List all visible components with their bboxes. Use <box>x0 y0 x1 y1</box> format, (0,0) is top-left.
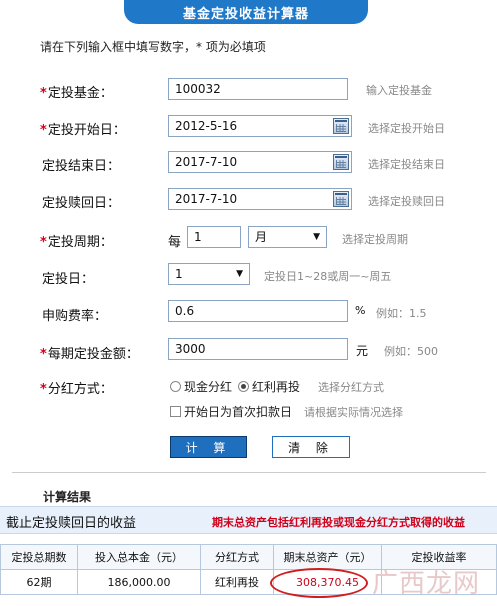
amount-label: *每期定投金额： <box>40 347 139 362</box>
calendar-icon[interactable] <box>333 118 349 134</box>
chevron-down-icon: ▼ <box>313 232 320 242</box>
period-unit-select[interactable]: 月 ▼ <box>248 226 327 248</box>
period-unit-value: 月 <box>255 230 268 244</box>
start-date-hint: 选择定投开始日 <box>368 122 445 135</box>
fee-hint: 例如：1.5 <box>376 307 427 320</box>
dividend-reinvest-option[interactable]: 红利再投 <box>238 378 300 395</box>
results-bar-note: 期末总资产包括红利再投或现金分红方式取得的收益 <box>212 516 465 529</box>
calculate-button[interactable]: 计 算 <box>170 436 247 458</box>
instruction-text: 请在下列输入框中填写数字，* 项为必填项 <box>40 40 266 54</box>
calculator-title: 基金定投收益计算器 <box>124 0 368 24</box>
results-section-title: 计算结果 <box>43 490 92 504</box>
fee-input[interactable]: 0.6 <box>168 300 348 322</box>
required-mark: * <box>40 382 47 397</box>
chevron-down-icon: ▼ <box>236 269 243 279</box>
redeem-date-label: 定投赎回日： <box>42 196 121 211</box>
clear-button[interactable]: 清 除 <box>272 436 350 458</box>
divider <box>12 472 486 473</box>
first-day-label: 开始日为首次扣款日 <box>184 405 293 419</box>
period-prefix: 每 <box>168 235 182 250</box>
end-date-label: 定投结束日： <box>42 159 121 174</box>
dividend-reinvest-label: 红利再投 <box>252 380 301 394</box>
checkbox[interactable] <box>170 406 181 417</box>
column-header: 期末总资产（元） <box>273 544 382 570</box>
redeem-date-hint: 选择定投赎回日 <box>368 195 445 208</box>
watermark: 广西龙网 <box>372 569 481 599</box>
fund-input[interactable]: 100032 <box>168 78 348 100</box>
calendar-icon[interactable] <box>333 154 349 170</box>
calendar-icon[interactable] <box>333 191 349 207</box>
required-mark: * <box>40 86 47 101</box>
period-label: *定投周期： <box>40 235 113 250</box>
dividend-label: *分红方式： <box>40 382 113 397</box>
radio-button[interactable] <box>170 381 181 392</box>
column-header: 定投总期数 <box>0 544 78 570</box>
invest-day-value: 1 <box>175 267 183 281</box>
period-count-input[interactable]: 1 <box>187 226 241 248</box>
invest-day-hint: 定投日1~28或周一~周五 <box>264 270 392 283</box>
table-cell: 62期 <box>0 569 78 595</box>
dividend-hint: 选择分红方式 <box>318 381 384 394</box>
column-header: 分红方式 <box>200 544 274 570</box>
end-date-hint: 选择定投结束日 <box>368 158 445 171</box>
dividend-cash-option[interactable]: 现金分红 <box>170 378 232 395</box>
start-date-input[interactable]: 2012-5-16 <box>168 115 352 137</box>
required-mark: * <box>40 235 47 250</box>
invest-day-label: 定投日： <box>42 272 95 287</box>
first-day-option[interactable]: 开始日为首次扣款日 <box>170 403 292 420</box>
required-mark: * <box>40 347 47 362</box>
amount-unit: 元 <box>356 344 369 358</box>
fee-label: 申购费率： <box>42 309 108 324</box>
dividend-cash-label: 现金分红 <box>184 380 233 394</box>
end-date-input[interactable]: 2017-7-10 <box>168 151 352 173</box>
highlight-ellipse <box>270 568 368 598</box>
first-day-hint: 请根据实际情况选择 <box>304 406 403 419</box>
amount-input[interactable]: 3000 <box>168 338 348 360</box>
period-hint: 选择定投周期 <box>342 233 408 246</box>
table-cell: 186,000.00 <box>77 569 201 595</box>
redeem-date-input[interactable]: 2017-7-10 <box>168 188 352 210</box>
results-bar-title: 截止定投赎回日的收益 <box>6 516 137 531</box>
column-header: 投入总本金（元） <box>77 544 201 570</box>
start-date-label: *定投开始日： <box>40 123 126 138</box>
required-mark: * <box>40 123 47 138</box>
table-cell: 红利再投 <box>200 569 274 595</box>
fund-hint: 输入定投基金 <box>366 84 432 97</box>
amount-hint: 例如：500 <box>384 345 438 358</box>
fee-unit: % <box>355 304 366 317</box>
fund-label: *定投基金： <box>40 86 113 101</box>
radio-button-selected[interactable] <box>238 381 249 392</box>
invest-day-select[interactable]: 1 ▼ <box>168 263 250 285</box>
